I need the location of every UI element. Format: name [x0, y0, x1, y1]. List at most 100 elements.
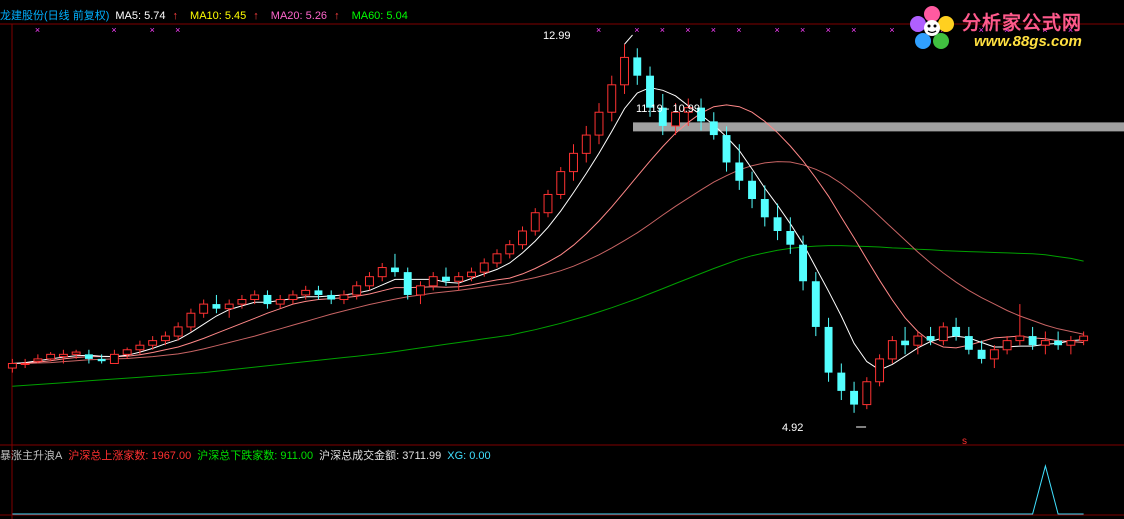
up-arrow-icon: ↑	[253, 10, 259, 22]
candle-body-down	[722, 135, 731, 163]
candle-body-up	[530, 212, 540, 232]
candle-body-down	[709, 121, 718, 136]
chart-grid	[0, 23, 1124, 519]
high-price-label: 12.99	[543, 30, 571, 42]
candle-body-down	[391, 267, 399, 273]
candle-body-down	[760, 199, 769, 218]
candle-body-down	[850, 390, 859, 405]
candle-body-up	[875, 358, 885, 383]
candle-body-up	[1015, 335, 1025, 342]
candle-body-up	[173, 326, 183, 337]
signal-x-mark: ×	[111, 25, 116, 35]
candle-body-up	[46, 353, 56, 360]
candle-body-down	[926, 336, 935, 341]
candle-body-down	[964, 336, 973, 350]
turnover-amount: 沪深总成交金额: 3711.99	[319, 450, 442, 462]
candle-body-down	[977, 349, 986, 359]
indicator-header: 暴涨主升浪A 沪深总上涨家数: 1967.00 沪深总下跌家数: 911.00 沪深总…	[0, 449, 497, 463]
candle-body-up	[518, 230, 527, 246]
candle-body-down	[1054, 340, 1063, 346]
xg-indicator-line	[12, 464, 1084, 515]
logo-url-text: www.88gs.com	[974, 33, 1082, 50]
resistance-band	[633, 122, 1124, 132]
candle-body-up	[352, 285, 362, 296]
candle-body-up	[109, 353, 119, 364]
candle-body-up	[913, 335, 923, 346]
stock-name[interactable]: 龙建股份(日线 前复权)	[0, 10, 109, 22]
logo-brand-text: 分析家公式网	[962, 12, 1083, 34]
candle-body-up	[620, 56, 629, 86]
candle-body-up	[20, 362, 30, 365]
candle-body-down	[403, 272, 412, 295]
down-count: 沪深总下跌家数: 911.00	[197, 450, 314, 462]
candle-body-up	[607, 84, 617, 113]
ma60-line	[12, 245, 1084, 387]
candle-body-up	[569, 152, 578, 173]
signal-x-mark: ×	[596, 25, 601, 35]
candle-body-down	[1028, 336, 1037, 346]
candle-body-down	[773, 217, 782, 231]
candle-body-up	[122, 349, 132, 355]
signal-x-mark: ×	[851, 25, 856, 35]
candle-body-up	[224, 303, 234, 310]
candle-body-up	[33, 358, 43, 362]
up-arrow-icon: ↑	[334, 10, 340, 22]
candle-body-up	[479, 262, 489, 273]
candle-body-up	[71, 351, 81, 355]
signal-x-mark: ×	[826, 25, 831, 35]
candle-body-down	[97, 358, 106, 362]
candle-body-up	[250, 294, 260, 301]
candle-body-down	[633, 57, 642, 76]
candle-body-down	[442, 276, 450, 282]
signal-x-mark: ×	[150, 25, 155, 35]
signal-x-mark: ×	[685, 25, 690, 35]
candle-body-up	[7, 362, 17, 369]
candle-body-up	[594, 111, 604, 136]
candle-body-up	[938, 326, 948, 342]
candle-body-up	[275, 299, 285, 305]
ma5-value: MA5: 5.74 ↑	[115, 10, 179, 22]
range-price-label: 11.19 - 10.99	[636, 103, 700, 115]
candlesticks[interactable]	[7, 44, 1089, 413]
candle-body-up	[160, 335, 170, 342]
candle-body-up	[148, 340, 158, 346]
flower-logo-icon	[910, 6, 954, 49]
candle-body-down	[314, 290, 323, 295]
signal-x-mark: ×	[711, 25, 716, 35]
candle-body-down	[212, 304, 221, 309]
xg-line	[12, 464, 1084, 515]
candle-body-down	[837, 372, 846, 391]
up-count: 沪深总上涨家数: 1967.00	[68, 450, 192, 462]
candle-body-down	[786, 231, 795, 245]
ma10-value: MA10: 5.45 ↑	[190, 10, 259, 22]
xg-value: XG: 0.00	[447, 450, 491, 462]
candle-body-up	[377, 267, 387, 278]
candle-body-down	[952, 326, 961, 337]
candle-body-down	[735, 162, 744, 181]
up-arrow-icon: ↑	[172, 10, 179, 22]
candle-body-down	[84, 354, 93, 359]
low-price-label: 4.92	[782, 422, 803, 434]
candle-body-up	[199, 303, 209, 314]
candle-body-down	[799, 244, 808, 282]
candle-body-up	[505, 244, 515, 255]
candle-body-up	[1079, 335, 1089, 342]
candle-body-down	[824, 326, 833, 373]
candle-body-up	[339, 294, 349, 301]
candle-body-up	[1040, 340, 1050, 346]
candle-body-up	[887, 340, 897, 360]
candle-body-down	[748, 180, 757, 200]
kline-chart[interactable]: ××××××××××××××××××××× 12.99 4.92 11.19 -…	[0, 0, 1124, 519]
ma60-value: MA60: 5.04	[351, 10, 408, 22]
signal-x-mark: ×	[35, 25, 40, 35]
indicator-title[interactable]: 暴涨主升浪A	[0, 450, 62, 462]
signal-x-mark: ×	[736, 25, 741, 35]
site-logo[interactable]: 分析家公式网 www.88gs.com	[900, 2, 1116, 54]
candle-body-up	[467, 271, 476, 278]
signal-x-mark: ×	[889, 25, 894, 35]
chart-header: 龙建股份(日线 前复权) MA5: 5.74 ↑ MA10: 5.45 ↑ MA20: 5…	[0, 9, 420, 23]
signal-x-mark: ×	[634, 25, 639, 35]
candle-body-up	[1066, 340, 1076, 346]
moving-average-lines	[12, 87, 1084, 387]
candle-body-up	[543, 193, 553, 214]
